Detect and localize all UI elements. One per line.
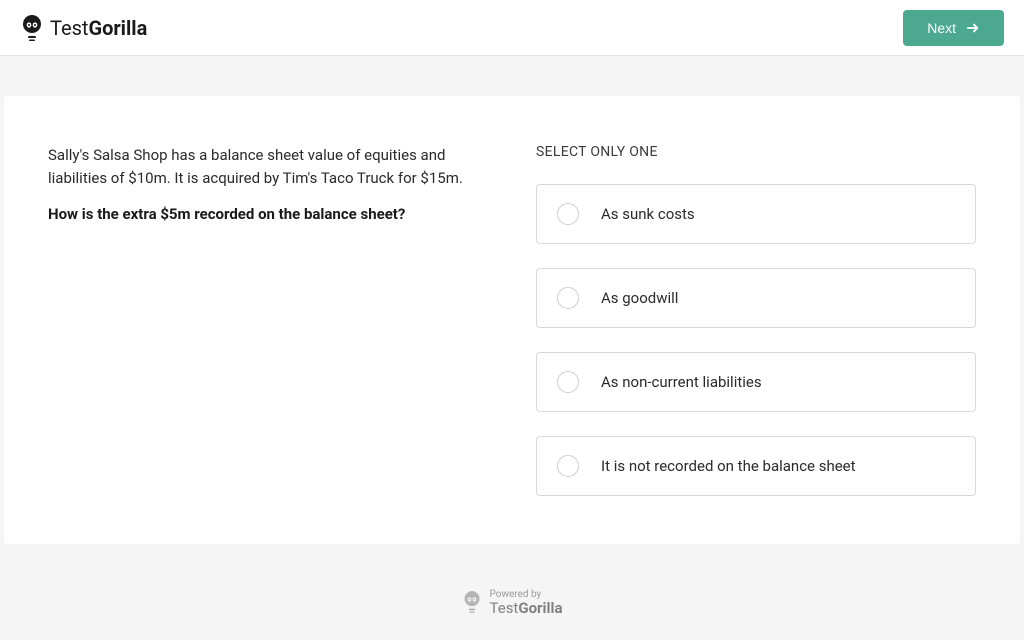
radio-icon bbox=[557, 287, 579, 309]
option-label: As non-current liabilities bbox=[601, 373, 762, 391]
next-button-label: Next bbox=[927, 20, 956, 36]
footer-text: Powered by TestGorilla bbox=[490, 589, 563, 617]
answer-instruction: SELECT ONLY ONE bbox=[536, 144, 976, 160]
brand-name: TestGorilla bbox=[50, 16, 147, 40]
answer-option-2[interactable]: As non-current liabilities bbox=[536, 352, 976, 412]
question-card: Sally's Salsa Shop has a balance sheet v… bbox=[4, 96, 1020, 544]
footer-brand-light: Test bbox=[490, 599, 519, 617]
brand-name-bold: Gorilla bbox=[88, 16, 147, 40]
next-button[interactable]: Next bbox=[903, 10, 1004, 46]
option-label: As sunk costs bbox=[601, 205, 695, 223]
question-column: Sally's Salsa Shop has a balance sheet v… bbox=[48, 144, 488, 496]
app-header: TestGorilla Next bbox=[0, 0, 1024, 56]
answer-option-1[interactable]: As goodwill bbox=[536, 268, 976, 328]
question-context: Sally's Salsa Shop has a balance sheet v… bbox=[48, 144, 488, 189]
footer-brand: TestGorilla bbox=[490, 600, 563, 617]
radio-icon bbox=[557, 455, 579, 477]
answer-option-3[interactable]: It is not recorded on the balance sheet bbox=[536, 436, 976, 496]
footer: Powered by TestGorilla bbox=[0, 589, 1024, 617]
gorilla-icon bbox=[462, 590, 482, 614]
content-area: Sally's Salsa Shop has a balance sheet v… bbox=[0, 56, 1024, 544]
footer-brand-bold: Gorilla bbox=[518, 599, 562, 617]
arrow-right-icon bbox=[966, 21, 980, 35]
option-label: As goodwill bbox=[601, 289, 678, 307]
brand-name-light: Test bbox=[50, 16, 88, 40]
brand-logo: TestGorilla bbox=[20, 14, 147, 42]
footer-content: Powered by TestGorilla bbox=[462, 589, 563, 617]
gorilla-icon bbox=[20, 14, 44, 42]
option-label: It is not recorded on the balance sheet bbox=[601, 457, 856, 475]
radio-icon bbox=[557, 371, 579, 393]
radio-icon bbox=[557, 203, 579, 225]
answers-column: SELECT ONLY ONE As sunk costs As goodwil… bbox=[536, 144, 976, 496]
answer-option-0[interactable]: As sunk costs bbox=[536, 184, 976, 244]
question-prompt: How is the extra $5m recorded on the bal… bbox=[48, 203, 488, 226]
